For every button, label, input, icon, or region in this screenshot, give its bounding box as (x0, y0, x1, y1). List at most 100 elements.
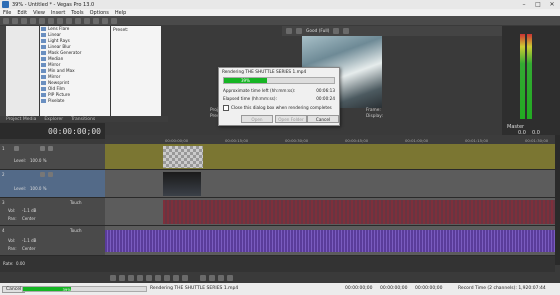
undo-icon[interactable] (75, 17, 81, 24)
open-icon[interactable] (12, 17, 18, 24)
pause-icon[interactable] (137, 274, 143, 281)
status-message: Rendering THE SHUTTLE SERIES 1.mp4 (150, 286, 239, 291)
tab-explorer[interactable]: Explorer (44, 117, 63, 122)
menu-help[interactable]: Help (115, 10, 126, 16)
presets-label: Preset: (113, 28, 129, 33)
open-folder-button[interactable]: Open Folder (275, 115, 307, 123)
track-header-2[interactable]: 2 Level: 100.0 % (0, 170, 105, 198)
envelope-tool-icon[interactable] (209, 274, 215, 281)
menu-view[interactable]: View (33, 10, 45, 16)
render-icon[interactable] (39, 17, 45, 24)
track-number: 1 (2, 146, 5, 151)
cancel-button[interactable]: Cancel (307, 115, 339, 123)
volume-label: Vol: (8, 208, 16, 213)
close-on-complete-checkbox[interactable] (223, 105, 229, 111)
automation-mode[interactable]: Touch (70, 228, 81, 233)
status-progress: 39% (22, 286, 147, 292)
mute-icon[interactable] (40, 146, 45, 151)
prev-frame-icon[interactable] (173, 274, 179, 281)
open-button[interactable]: Open (241, 115, 273, 123)
audio-waveform[interactable] (163, 200, 555, 224)
empty-track-area[interactable]: Rate: 0.00 (0, 256, 555, 272)
menu-tools[interactable]: Tools (71, 10, 83, 16)
folder-tree[interactable] (6, 26, 39, 116)
audio-waveform[interactable] (105, 230, 555, 252)
solo-icon[interactable] (48, 146, 53, 151)
audio-track-4[interactable] (105, 226, 555, 256)
level-label: Level: (14, 186, 26, 191)
render-progress-bar: 39% (223, 77, 335, 84)
overlay-icon[interactable] (333, 28, 340, 34)
go-to-start-icon[interactable] (155, 274, 161, 281)
video-track-1[interactable] (105, 144, 555, 170)
track-header-1[interactable]: 1 Level: 100.0 % (0, 144, 105, 170)
track-header-3[interactable]: 3 Touch Vol: -1.1 dB Pan: Center (0, 198, 105, 226)
next-frame-icon[interactable] (182, 274, 188, 281)
elapsed-time-row: Elapsed time (hh:mm:ss): 00:00:24 (223, 96, 335, 102)
selection-tool-icon[interactable] (218, 274, 224, 281)
lock-icon[interactable] (102, 17, 108, 24)
record-icon[interactable] (110, 274, 116, 281)
pan-label: Pan: (8, 246, 17, 251)
approx-time-row: Approximate time left (hh:mm:ss): 00:06:… (223, 88, 335, 94)
menu-bar: File Edit View Insert Tools Options Help (0, 9, 560, 16)
menu-insert[interactable]: Insert (51, 10, 65, 16)
fx-list[interactable]: Lens Flare Linear Light Rays Linear Blur… (40, 26, 110, 116)
track-number: 4 (2, 228, 5, 233)
menu-edit[interactable]: Edit (17, 10, 27, 16)
rate-value[interactable]: 0.00 (16, 261, 25, 266)
list-item[interactable]: Pixelate (40, 98, 110, 104)
play-icon[interactable] (128, 274, 134, 281)
properties-icon[interactable] (30, 17, 36, 24)
status-time-1: 00:00:00;00 (345, 286, 373, 291)
track-header-4[interactable]: 4 Touch Vol: -1.1 dB Pan: Center (0, 226, 105, 256)
loop-icon[interactable] (119, 274, 125, 281)
vertical-scrollbar[interactable] (555, 135, 560, 265)
close-button[interactable]: ✕ (546, 0, 558, 8)
help-icon[interactable] (111, 17, 117, 24)
new-icon[interactable] (3, 17, 9, 24)
zoom-tool-icon[interactable] (227, 274, 233, 281)
level-value[interactable]: 100.0 % (30, 186, 47, 191)
preview-settings-icon[interactable] (286, 28, 292, 34)
ruler-label: 00:01:00;00 (405, 138, 429, 143)
volume-value[interactable]: -1.1 dB (22, 208, 36, 213)
audio-track-3[interactable] (105, 198, 555, 226)
edit-tool-icon[interactable] (200, 274, 206, 281)
video-track-2[interactable] (105, 170, 555, 198)
pan-value[interactable]: Center (22, 246, 35, 251)
snapshot-icon[interactable] (343, 28, 350, 34)
video-event[interactable] (163, 172, 201, 196)
maximize-button[interactable]: □ (532, 0, 544, 8)
preview-quality-select[interactable]: Good (Full) (306, 29, 329, 34)
menu-options[interactable]: Options (90, 10, 109, 16)
redo-icon[interactable] (84, 17, 90, 24)
tab-transitions[interactable]: Transitions (71, 117, 95, 122)
mute-icon[interactable] (40, 172, 45, 177)
copy-icon[interactable] (57, 17, 63, 24)
snap-icon[interactable] (93, 17, 99, 24)
tab-project-media[interactable]: Project Media (6, 117, 36, 122)
approx-time-value: 00:06:13 (316, 88, 335, 93)
transport-bar (0, 272, 560, 283)
video-event[interactable] (163, 146, 203, 168)
minimize-button[interactable]: – (518, 0, 530, 8)
menu-file[interactable]: File (3, 10, 11, 16)
split-screen-icon[interactable] (296, 28, 302, 34)
stop-icon[interactable] (146, 274, 152, 281)
display-label: Display: (366, 114, 383, 119)
motion-icon[interactable] (14, 146, 19, 151)
ruler-label: 00:00:15;00 (225, 138, 249, 143)
level-value[interactable]: 100.0 % (30, 158, 47, 163)
render-progress-fill: 39% (224, 78, 267, 83)
save-icon[interactable] (21, 17, 27, 24)
paste-icon[interactable] (66, 17, 72, 24)
pan-value[interactable]: Center (22, 216, 35, 221)
volume-value[interactable]: -1.1 dB (22, 238, 36, 243)
cut-icon[interactable] (48, 17, 54, 24)
automation-mode[interactable]: Touch (70, 200, 81, 205)
timeline-ruler[interactable]: 00:00:00;00 00:00:15;00 00:00:30;00 00:0… (105, 135, 555, 144)
title-bar: 39% - Untitled * - Vegas Pro 13.0 – □ ✕ (0, 0, 560, 9)
solo-icon[interactable] (48, 172, 53, 177)
go-to-end-icon[interactable] (164, 274, 170, 281)
